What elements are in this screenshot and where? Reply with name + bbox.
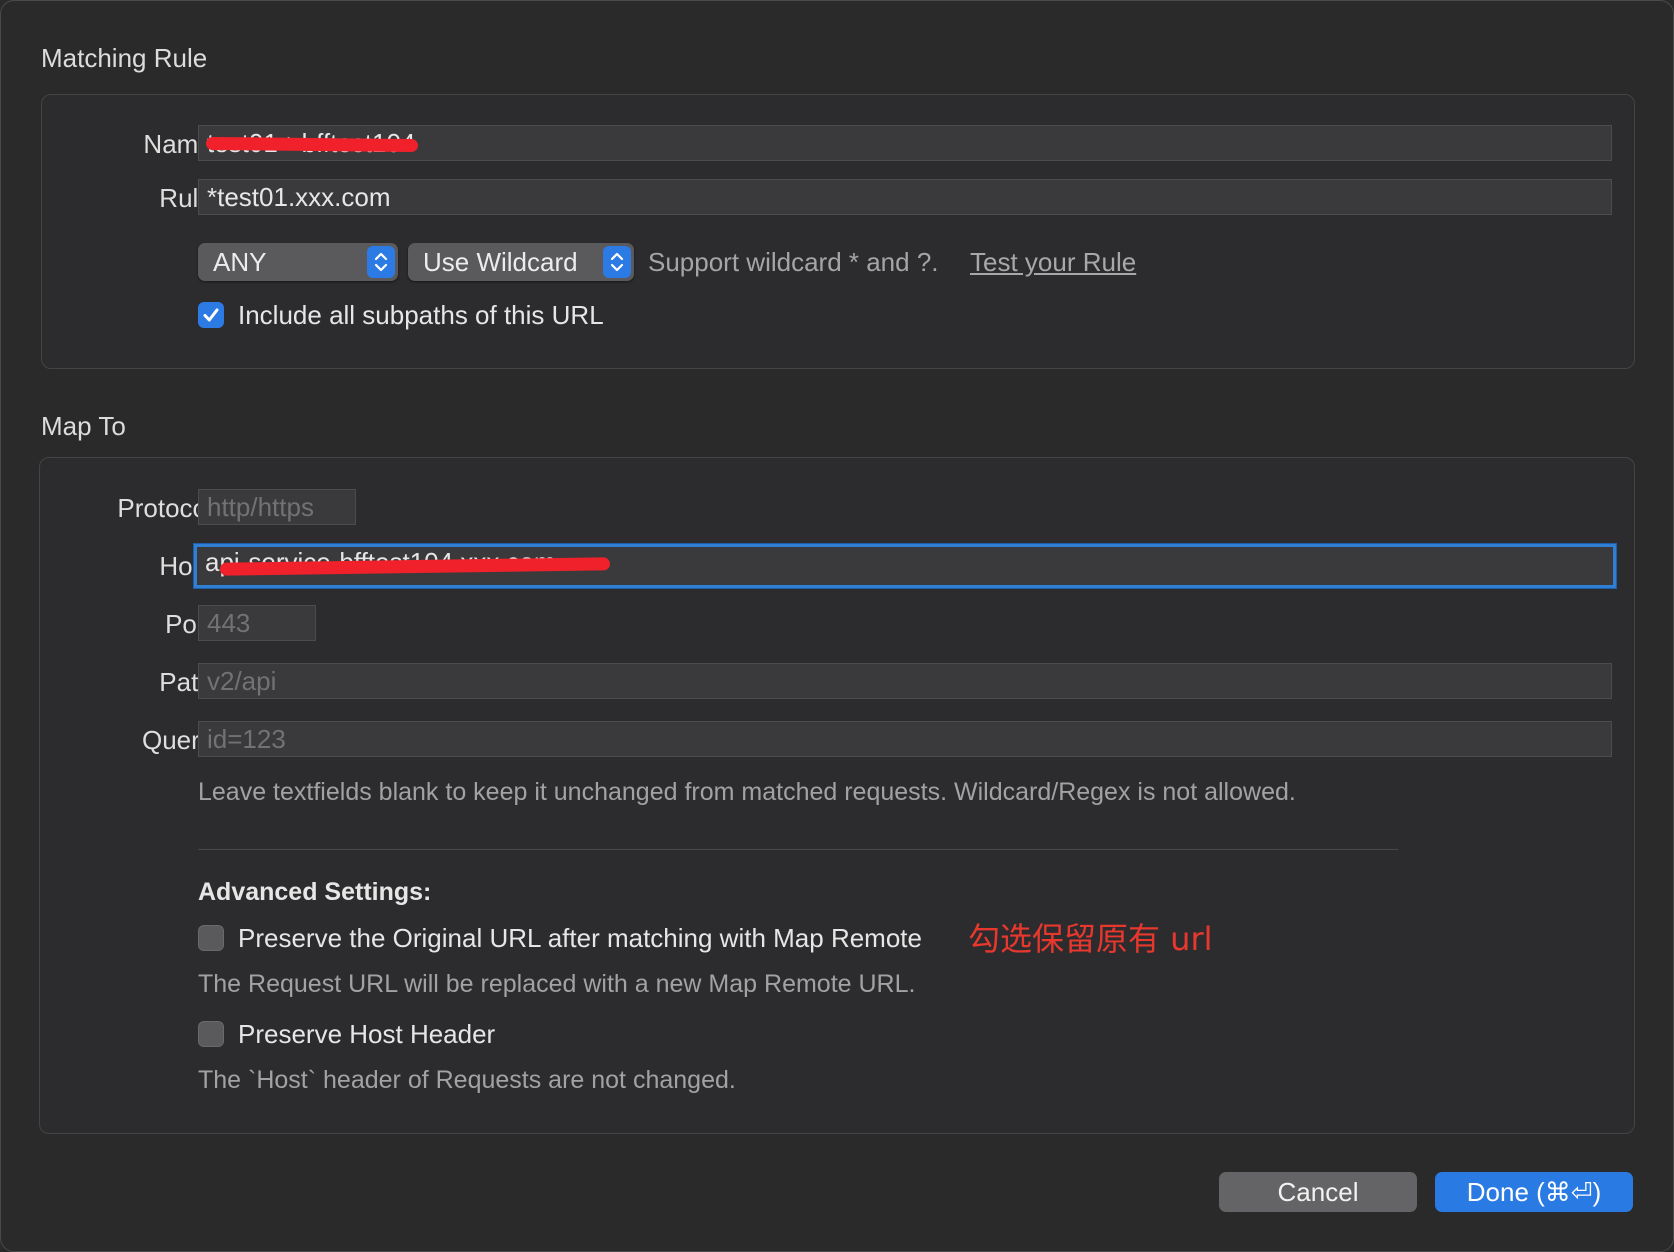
match-type-select[interactable]: Use Wildcard bbox=[408, 243, 634, 281]
map-to-title: Map To bbox=[41, 411, 126, 441]
checkmark-icon bbox=[203, 308, 219, 322]
matching-rule-title: Matching Rule bbox=[41, 43, 208, 73]
test-rule-link[interactable]: Test your Rule bbox=[970, 247, 1136, 278]
preserve-url-annotation: 勾选保留原有 url bbox=[968, 920, 1213, 958]
preserve-host-description: The `Host` header of Requests are not ch… bbox=[198, 1066, 736, 1094]
map-to-group: Protocol: http/https Host: api-service-b… bbox=[39, 457, 1635, 1134]
rule-value: *test01.xxx.com bbox=[207, 182, 391, 212]
port-placeholder: 443 bbox=[207, 608, 251, 638]
port-field[interactable]: 443 bbox=[198, 605, 316, 641]
preserve-host-label[interactable]: Preserve Host Header bbox=[238, 1019, 495, 1050]
method-select-value: ANY bbox=[213, 247, 267, 277]
chevron-up-down-icon bbox=[603, 246, 631, 278]
chevron-up-down-icon bbox=[367, 246, 395, 278]
done-button[interactable]: Done (⌘⏎) bbox=[1435, 1172, 1633, 1212]
rule-label: Rule: bbox=[159, 183, 220, 213]
protocol-placeholder: http/https bbox=[207, 492, 314, 522]
path-field[interactable]: v2/api bbox=[198, 663, 1612, 699]
method-select[interactable]: ANY bbox=[198, 243, 398, 281]
match-type-select-value: Use Wildcard bbox=[423, 247, 578, 277]
advanced-settings-title: Advanced Settings: bbox=[198, 878, 432, 906]
wildcard-hint: Support wildcard * and ?. bbox=[648, 247, 939, 277]
protocol-field[interactable]: http/https bbox=[198, 489, 356, 525]
name-label: Name: bbox=[143, 129, 220, 159]
preserve-url-label[interactable]: Preserve the Original URL after matching… bbox=[238, 923, 922, 954]
name-redaction bbox=[205, 136, 419, 153]
port-label: Port: bbox=[165, 609, 220, 639]
matching-rule-group: Name: test01->bfftest104 Rule: *test01.x… bbox=[41, 94, 1635, 369]
path-placeholder: v2/api bbox=[207, 666, 277, 696]
query-placeholder: id=123 bbox=[207, 724, 286, 754]
query-field[interactable]: id=123 bbox=[198, 721, 1612, 757]
preserve-host-checkbox[interactable] bbox=[198, 1021, 224, 1047]
preserve-url-description: The Request URL will be replaced with a … bbox=[198, 970, 916, 998]
rule-field[interactable]: *test01.xxx.com bbox=[198, 179, 1612, 215]
advanced-divider bbox=[198, 849, 1398, 850]
map-remote-dialog: Matching Rule Name: test01->bfftest104 R… bbox=[0, 0, 1674, 1252]
protocol-label: Protocol: bbox=[117, 493, 220, 523]
blank-fields-hint: Leave textfields blank to keep it unchan… bbox=[198, 778, 1296, 806]
query-label: Query: bbox=[141, 725, 220, 755]
include-subpaths-checkbox[interactable] bbox=[198, 302, 224, 328]
cancel-button[interactable]: Cancel bbox=[1219, 1172, 1417, 1212]
preserve-url-checkbox[interactable] bbox=[198, 925, 224, 951]
path-label: Path: bbox=[159, 667, 220, 697]
include-subpaths-label[interactable]: Include all subpaths of this URL bbox=[238, 300, 604, 331]
